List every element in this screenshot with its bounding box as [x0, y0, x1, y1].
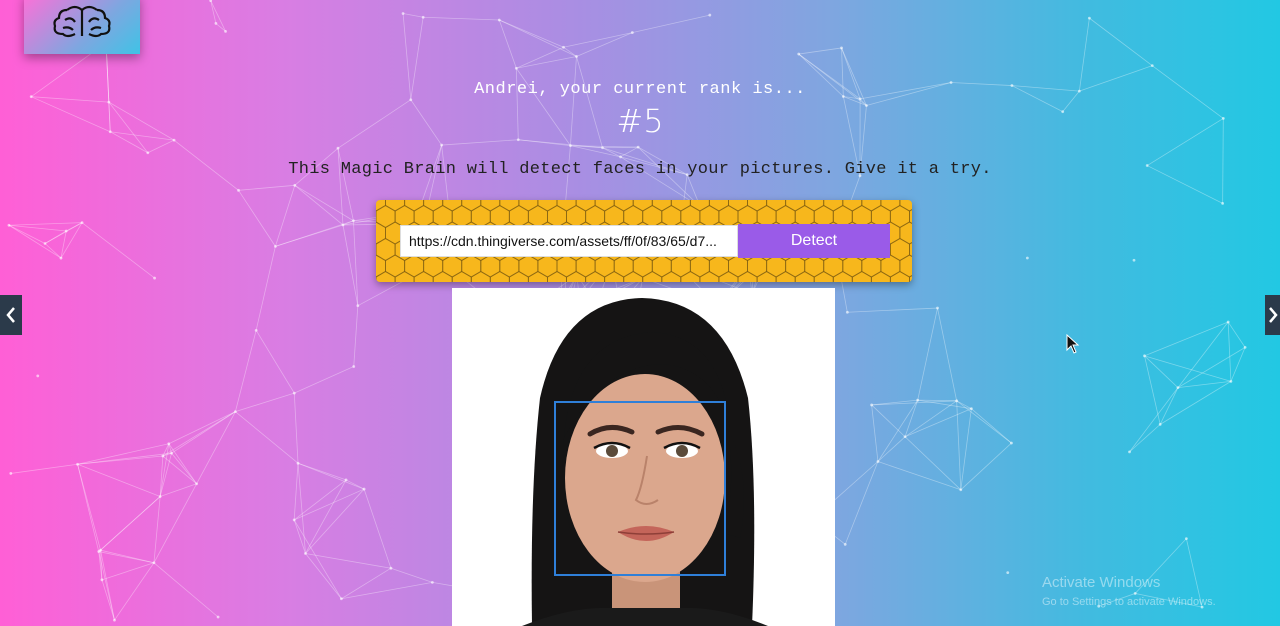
- mouse-cursor-icon: [1066, 334, 1080, 354]
- chevron-left-icon: [6, 307, 15, 323]
- image-link-form: Detect: [376, 200, 912, 282]
- image-url-input[interactable]: [400, 225, 738, 257]
- activate-windows-subtitle: Go to Settings to activate Windows.: [1042, 596, 1216, 608]
- tagline: This Magic Brain will detect faces in yo…: [288, 160, 992, 179]
- previous-button[interactable]: [0, 295, 22, 335]
- chevron-right-icon: [1268, 307, 1278, 323]
- rank-message: Andrei, your current rank is...: [474, 80, 806, 99]
- next-button[interactable]: [1265, 295, 1280, 335]
- rank-value: #5: [616, 102, 664, 140]
- logo[interactable]: [24, 0, 140, 54]
- activate-windows-title: Activate Windows: [1042, 574, 1161, 591]
- brain-icon: [53, 5, 111, 38]
- detect-button[interactable]: Detect: [738, 224, 890, 258]
- face-bounding-box: [554, 401, 726, 576]
